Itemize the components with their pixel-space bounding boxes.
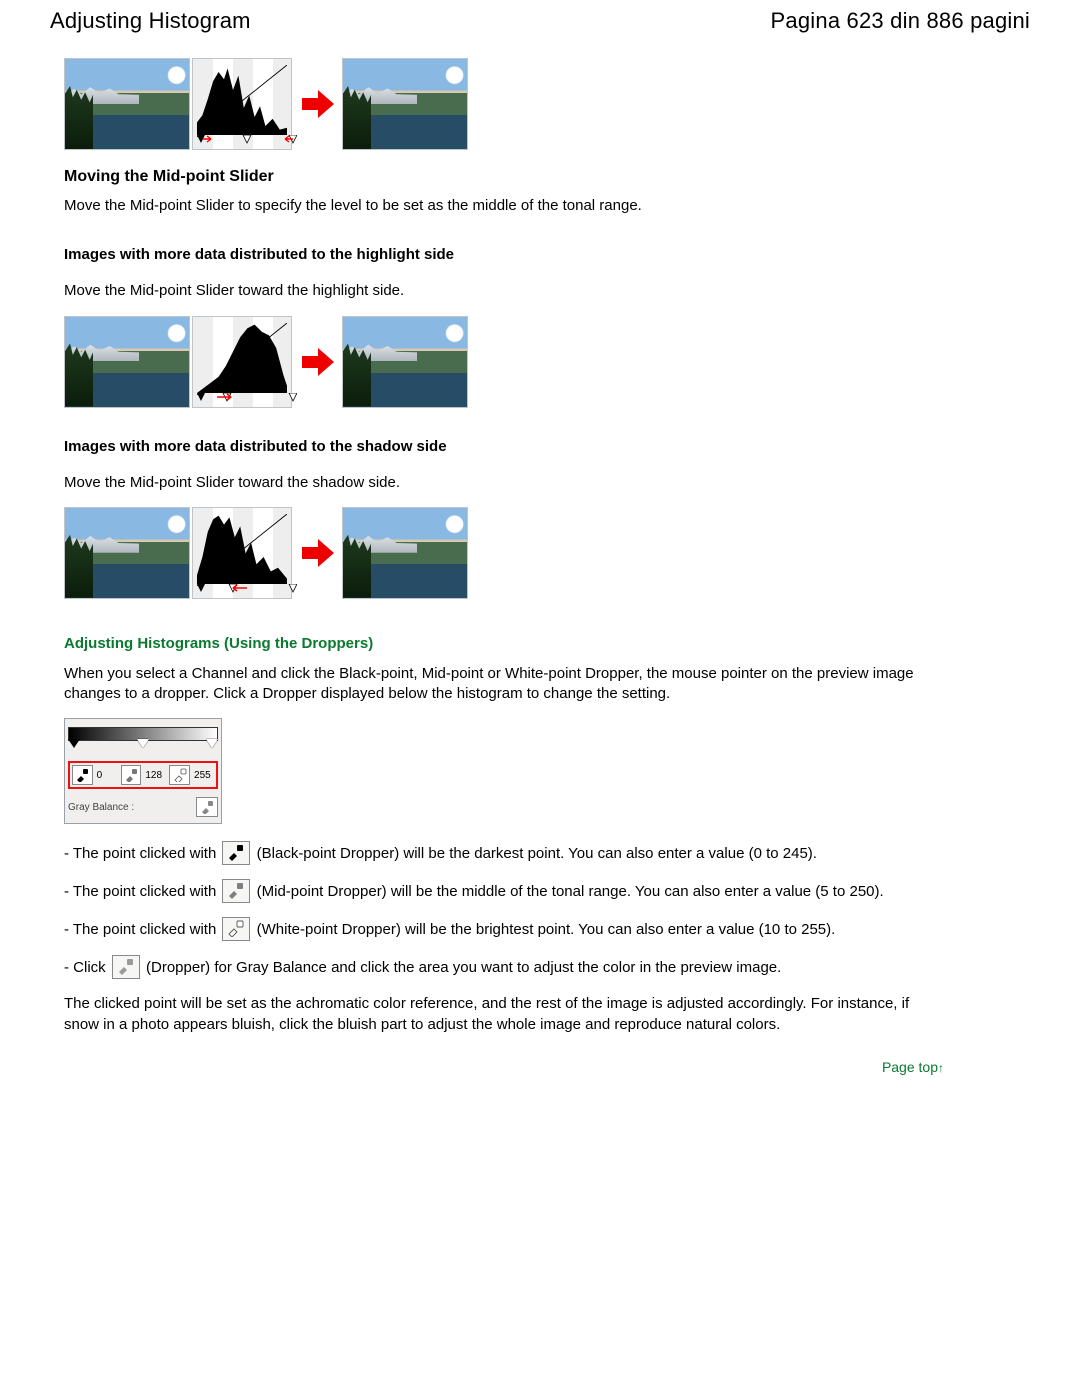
- after-photo: [342, 58, 468, 150]
- black-point-dropper-button[interactable]: [72, 765, 93, 785]
- black-dropper-desc: - The point clicked with (Black-point Dr…: [64, 842, 944, 866]
- shadow-heading: Images with more data distributed to the…: [64, 438, 944, 455]
- gray-balance-label: Gray Balance :: [68, 802, 134, 813]
- droppers-heading: Adjusting Histograms (Using the Droppers…: [64, 635, 944, 652]
- shadow-text: Move the Mid-point Slider toward the sha…: [64, 473, 944, 493]
- gray-dropper-desc: - Click (Dropper) for Gray Balance and c…: [64, 956, 944, 980]
- slider-markers: [68, 739, 218, 751]
- histogram-shadow: [192, 507, 292, 599]
- page-top-link[interactable]: Page top↑: [64, 1059, 944, 1075]
- gray-balance-dropper-icon: [112, 955, 140, 979]
- highlight-text: Move the Mid-point Slider toward the hig…: [64, 281, 944, 301]
- black-point-marker[interactable]: [68, 739, 80, 748]
- white-point-marker[interactable]: [206, 739, 218, 748]
- arrow-icon: [300, 535, 336, 571]
- gray-balance-dropper-button[interactable]: [196, 797, 218, 817]
- mid-point-dropper-button[interactable]: [121, 765, 142, 785]
- after-photo: [342, 507, 468, 599]
- up-arrow-icon: ↑: [938, 1061, 944, 1075]
- before-photo: [64, 58, 190, 150]
- example-row-shadow: [64, 507, 944, 599]
- highlight-heading: Images with more data distributed to the…: [64, 246, 944, 263]
- arrow-icon: [300, 86, 336, 122]
- after-photo: [342, 316, 468, 408]
- mid-point-value: 128: [145, 770, 165, 781]
- histogram-control-panel: 0 128 255 Gray Balance :: [64, 718, 222, 824]
- mid-point-dropper-icon: [222, 879, 250, 903]
- midpoint-heading: Moving the Mid-point Slider: [64, 168, 944, 186]
- before-photo: [64, 316, 190, 408]
- droppers-closing: The clicked point will be set as the ach…: [64, 994, 944, 1035]
- midpoint-intro: Move the Mid-point Slider to specify the…: [64, 196, 944, 216]
- arrow-icon: [300, 344, 336, 380]
- example-row-top: [64, 58, 944, 150]
- example-row-highlight: [64, 316, 944, 408]
- white-dropper-desc: - The point clicked with (White-point Dr…: [64, 918, 944, 942]
- histogram-before: [192, 58, 292, 150]
- mid-dropper-desc: - The point clicked with (Mid-point Drop…: [64, 880, 944, 904]
- white-point-dropper-icon: [222, 917, 250, 941]
- white-point-dropper-button[interactable]: [169, 765, 190, 785]
- black-point-dropper-icon: [222, 841, 250, 865]
- white-point-value: 255: [194, 770, 214, 781]
- mid-point-marker[interactable]: [137, 739, 149, 748]
- black-point-value: 0: [97, 770, 117, 781]
- before-photo: [64, 507, 190, 599]
- doc-title: Adjusting Histogram: [50, 8, 251, 34]
- droppers-intro: When you select a Channel and click the …: [64, 664, 944, 705]
- page-indicator: Pagina 623 din 886 pagini: [771, 8, 1030, 34]
- histogram-highlight: [192, 316, 292, 408]
